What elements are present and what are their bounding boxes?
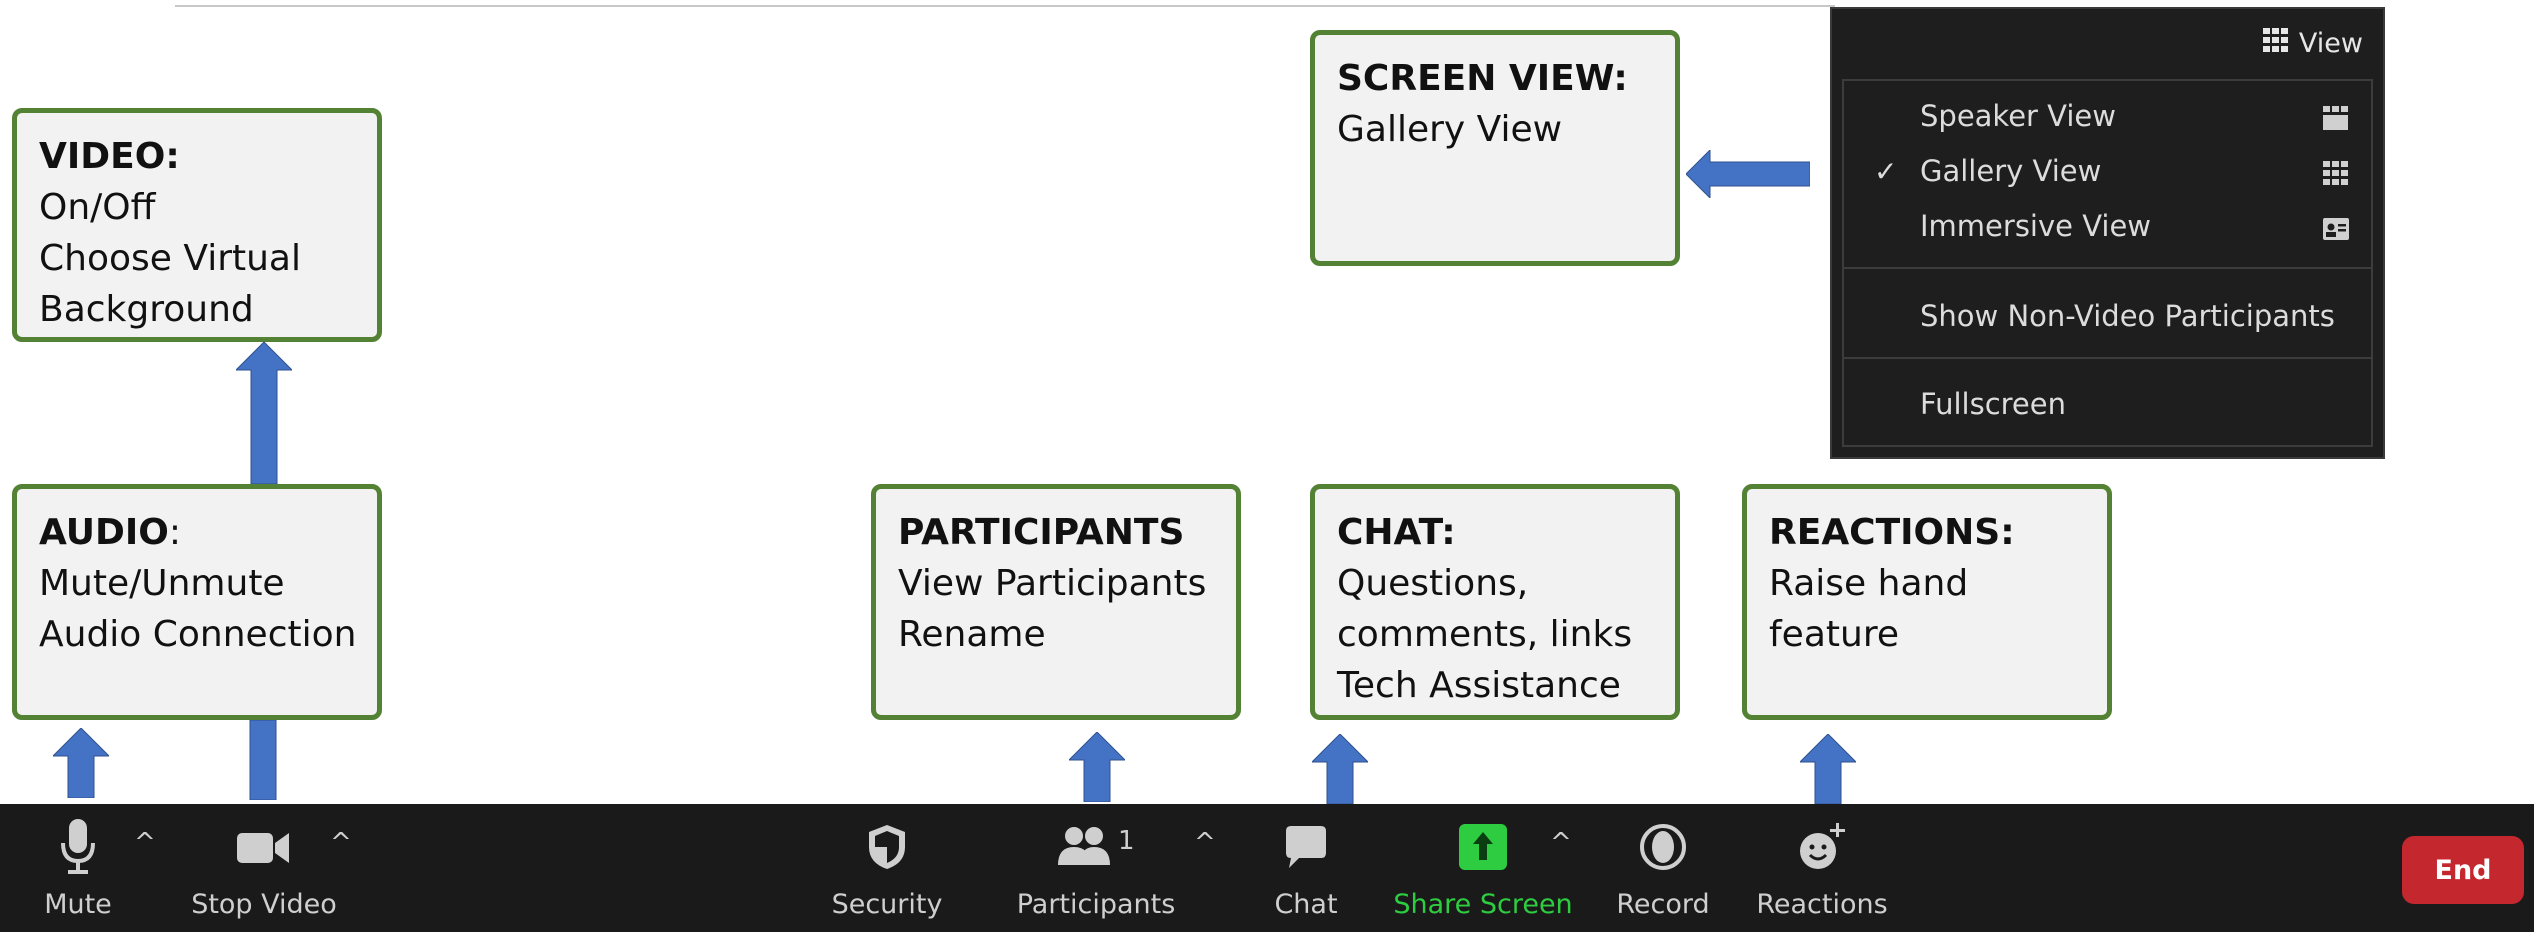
arrow-up-to-audio-mute <box>53 728 109 798</box>
chat-box-line: comments, links <box>1337 614 1633 655</box>
microphone-icon <box>58 804 98 890</box>
audio-box-line: Audio Connection <box>39 614 357 655</box>
video-box-line: On/Off <box>39 187 156 228</box>
arrow-left-to-screen-view <box>1686 150 1810 198</box>
record-button[interactable]: Record <box>1616 804 1710 932</box>
video-annotation-box: VIDEO: On/Off Choose Virtual Background <box>12 108 382 342</box>
participants-icon: 1 <box>1058 804 1134 890</box>
chat-button[interactable]: Chat <box>1270 804 1342 932</box>
participants-options-caret[interactable]: ^ <box>1194 828 1216 858</box>
menu-separator <box>1844 267 2371 269</box>
menu-item-speaker-view[interactable]: Speaker View <box>1844 89 2371 143</box>
audio-box-title: AUDIO <box>39 512 169 553</box>
reactions-box-title: REACTIONS: <box>1769 512 2015 553</box>
mute-label: Mute <box>44 889 112 920</box>
chat-box-line: Tech Assistance <box>1337 665 1621 706</box>
record-icon <box>1640 804 1686 890</box>
arrow-up-to-video <box>236 342 292 484</box>
security-button[interactable]: Security <box>832 804 942 932</box>
menu-item-gallery-view[interactable]: ✓ Gallery View <box>1844 144 2371 198</box>
video-box-line: Background <box>39 289 254 330</box>
checkmark-icon: ✓ <box>1874 154 1898 188</box>
participants-annotation-box: PARTICIPANTS View Participants Rename <box>871 484 1241 720</box>
screen-view-box-line: Gallery View <box>1337 109 1563 150</box>
screen-view-box-title: SCREEN VIEW: <box>1337 58 1628 99</box>
chat-label: Chat <box>1274 889 1338 920</box>
chat-box-line: Questions, <box>1337 563 1529 604</box>
participants-button[interactable]: 1 Participants <box>1017 804 1176 932</box>
grid-icon <box>2262 27 2289 59</box>
participants-label: Participants <box>1016 889 1176 920</box>
video-box-line: Choose Virtual <box>39 238 301 279</box>
shield-icon <box>867 804 907 890</box>
share-screen-button[interactable]: Share Screen <box>1393 804 1573 932</box>
mute-button[interactable]: Mute <box>30 804 126 932</box>
chat-annotation-box: CHAT: Questions, comments, links Tech As… <box>1310 484 1680 720</box>
record-label: Record <box>1616 889 1710 920</box>
top-divider <box>175 5 1835 7</box>
menu-item-label: Fullscreen <box>1920 387 2066 421</box>
arrow-up-from-video-button <box>248 720 278 800</box>
menu-item-immersive-view[interactable]: Immersive View <box>1844 199 2371 253</box>
view-menu-panel: Speaker View ✓ Gallery View Immersive Vi… <box>1842 79 2373 447</box>
screen-view-annotation-box: SCREEN VIEW: Gallery View <box>1310 30 1680 266</box>
menu-separator <box>1844 357 2371 359</box>
video-box-title: VIDEO: <box>39 136 180 177</box>
reactions-box-line: feature <box>1769 614 1899 655</box>
gallery-view-icon <box>2323 158 2349 192</box>
view-button[interactable]: View <box>2253 21 2373 65</box>
participants-box-line: Rename <box>898 614 1046 655</box>
audio-annotation-box: AUDIO: Mute/Unmute Audio Connection <box>12 484 382 720</box>
reactions-box-line: Raise hand <box>1769 563 1969 604</box>
reactions-annotation-box: REACTIONS: Raise hand feature <box>1742 484 2112 720</box>
end-meeting-button[interactable]: End <box>2402 836 2524 904</box>
share-screen-label: Share Screen <box>1393 889 1573 920</box>
smiley-plus-icon <box>1798 804 1846 890</box>
participants-box-title: PARTICIPANTS <box>898 512 1185 553</box>
reactions-label: Reactions <box>1756 889 1888 920</box>
meeting-toolbar: Mute ^ Stop Video ^ Security 1 Participa… <box>0 804 2534 932</box>
reactions-button[interactable]: Reactions <box>1756 804 1888 932</box>
menu-item-label: Show Non-Video Participants <box>1920 299 2335 333</box>
immersive-view-icon <box>2323 213 2349 247</box>
stop-video-button[interactable]: Stop Video <box>191 804 337 932</box>
audio-box-title-colon: : <box>168 512 182 553</box>
arrow-up-to-chat <box>1312 734 1368 804</box>
menu-item-fullscreen[interactable]: Fullscreen <box>1844 377 2371 431</box>
arrow-up-to-reactions <box>1800 734 1856 804</box>
audio-options-caret[interactable]: ^ <box>134 828 156 858</box>
menu-item-label: Gallery View <box>1920 154 2102 188</box>
stop-video-label: Stop Video <box>191 889 337 920</box>
view-menu: View Speaker View ✓ Gallery View Immersi… <box>1830 7 2385 459</box>
participants-count: 1 <box>1118 826 1134 856</box>
share-screen-options-caret[interactable]: ^ <box>1550 828 1572 858</box>
view-button-label: View <box>2298 27 2363 59</box>
menu-item-label: Speaker View <box>1920 99 2116 133</box>
video-camera-icon <box>237 804 291 890</box>
arrow-up-to-participants <box>1069 732 1125 802</box>
participants-box-line: View Participants <box>898 563 1207 604</box>
video-options-caret[interactable]: ^ <box>330 828 352 858</box>
menu-item-show-non-video-participants[interactable]: Show Non-Video Participants <box>1844 289 2371 343</box>
share-screen-icon <box>1459 804 1507 890</box>
menu-item-label: Immersive View <box>1920 209 2152 243</box>
audio-box-line: Mute/Unmute <box>39 563 285 604</box>
security-label: Security <box>831 889 943 920</box>
chat-box-title: CHAT: <box>1337 512 1456 553</box>
speaker-view-icon <box>2323 103 2349 137</box>
chat-bubble-icon <box>1285 804 1327 890</box>
